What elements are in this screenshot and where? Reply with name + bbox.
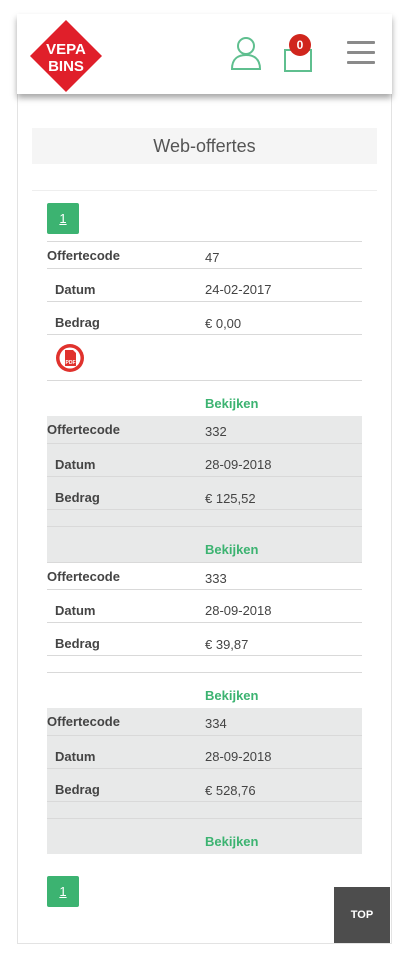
amount-value: € 0,00 — [205, 316, 242, 331]
table-row: Bedrag € 125,52 — [47, 477, 362, 510]
date-label: Datum — [55, 603, 96, 618]
offer-code-label: Offertecode — [47, 248, 120, 263]
view-offer-link[interactable]: Bekijken — [205, 688, 258, 703]
amount-value: € 528,76 — [205, 783, 256, 798]
offer-code-label: Offertecode — [47, 569, 120, 584]
date-value: 28-09-2018 — [205, 749, 272, 764]
table-row: Offertecode 332 — [47, 416, 362, 444]
date-value: 28-09-2018 — [205, 457, 272, 472]
table-row: Offertecode 334 — [47, 708, 362, 736]
offer-code-label: Offertecode — [47, 422, 120, 437]
table-row: Bedrag € 528,76 — [47, 769, 362, 802]
table-row: Datum 24-02-2017 — [47, 269, 362, 302]
amount-label: Bedrag — [55, 490, 100, 505]
offer-block: Offertecode 47 Datum 24-02-2017 Bedrag €… — [47, 241, 362, 416]
svg-text:PDF: PDF — [66, 360, 76, 366]
table-row: Offertecode 333 — [47, 562, 362, 590]
date-value: 28-09-2018 — [205, 603, 272, 618]
offer-block: Offertecode 334 Datum 28-09-2018 Bedrag … — [47, 708, 362, 854]
view-offer-link[interactable]: Bekijken — [205, 542, 258, 557]
date-label: Datum — [55, 749, 96, 764]
logo-text-line1: VEPA — [46, 41, 86, 58]
offer-code-label: Offertecode — [47, 714, 120, 729]
view-offer-link[interactable]: Bekijken — [205, 396, 258, 411]
amount-label: Bedrag — [55, 315, 100, 330]
table-row: Datum 28-09-2018 — [47, 590, 362, 623]
amount-label: Bedrag — [55, 782, 100, 797]
date-label: Datum — [55, 457, 96, 472]
pagination-page-1-top[interactable]: 1 — [47, 203, 79, 234]
table-row — [47, 802, 362, 819]
offer-code-value: 333 — [205, 571, 227, 586]
amount-label: Bedrag — [55, 636, 100, 651]
logo-text-line2: BINS — [48, 58, 84, 75]
page-title: Web-offertes — [32, 128, 377, 164]
table-row: Datum 28-09-2018 — [47, 444, 362, 477]
cart-count-badge[interactable]: 0 — [289, 34, 311, 56]
user-account-icon[interactable] — [230, 36, 262, 70]
divider — [32, 190, 377, 191]
table-row: Bedrag € 0,00 — [47, 302, 362, 335]
vepa-bins-logo[interactable]: VEPA BINS — [30, 20, 102, 92]
amount-value: € 39,87 — [205, 637, 249, 652]
table-row: Datum 28-09-2018 — [47, 736, 362, 769]
offer-code-value: 332 — [205, 424, 227, 439]
pagination-page-1-bottom[interactable]: 1 — [47, 876, 79, 907]
offer-code-value: 47 — [205, 250, 220, 265]
table-row — [47, 510, 362, 527]
table-row: Offertecode 47 — [47, 241, 362, 269]
table-row — [47, 656, 362, 673]
pdf-download-icon[interactable]: PDF — [55, 343, 85, 373]
offer-block: Offertecode 332 Datum 28-09-2018 Bedrag … — [47, 416, 362, 562]
offer-code-value: 334 — [205, 716, 227, 731]
amount-value: € 125,52 — [205, 491, 256, 506]
date-value: 24-02-2017 — [205, 282, 272, 297]
offer-block: Offertecode 333 Datum 28-09-2018 Bedrag … — [47, 562, 362, 708]
back-to-top-button[interactable]: TOP — [334, 887, 390, 943]
table-row: PDF — [47, 335, 362, 381]
view-offer-link[interactable]: Bekijken — [205, 834, 258, 849]
site-header: VEPA BINS 0 — [17, 14, 392, 94]
hamburger-menu-icon[interactable] — [347, 41, 375, 65]
table-row: Bedrag € 39,87 — [47, 623, 362, 656]
date-label: Datum — [55, 282, 96, 297]
